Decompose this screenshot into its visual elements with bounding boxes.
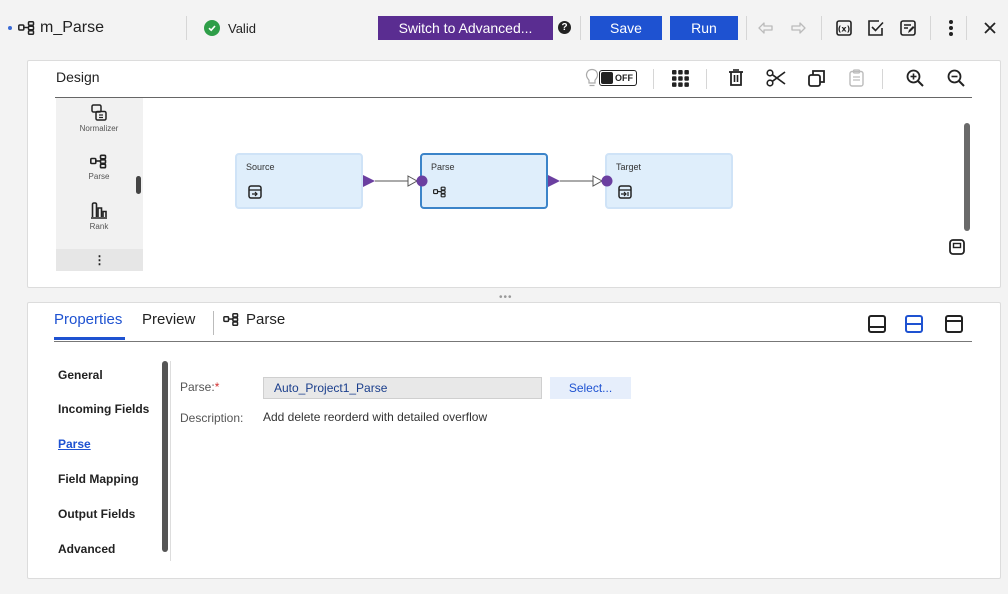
divider — [580, 16, 581, 40]
parse-field-label: Parse:* — [180, 380, 219, 394]
link-arrowhead — [592, 175, 604, 187]
mapping-connections — [363, 175, 613, 187]
header-bar: m_Parse Valid Switch to Advanced... ? Sa… — [0, 0, 1008, 56]
parse-label-text: Parse: — [180, 380, 215, 394]
nav-item-advanced[interactable]: Advanced — [58, 542, 115, 556]
run-button[interactable]: Run — [670, 16, 738, 40]
select-button[interactable]: Select... — [550, 377, 631, 399]
nav-scrollbar[interactable] — [162, 361, 168, 552]
parse-icon — [223, 313, 239, 326]
help-icon[interactable]: ? — [558, 21, 571, 34]
divider — [186, 16, 187, 40]
nav-item-general[interactable]: General — [58, 368, 103, 382]
nav-item-output-fields[interactable]: Output Fields — [58, 507, 135, 521]
validate-icon[interactable] — [866, 18, 886, 38]
divider — [746, 16, 747, 40]
selected-object-label: Parse — [223, 311, 285, 328]
unsaved-dot — [8, 26, 12, 30]
dock-bottom-icon[interactable] — [868, 315, 886, 333]
link-arrowhead — [407, 175, 419, 187]
close-icon[interactable] — [980, 18, 1000, 38]
tab-properties[interactable]: Properties — [54, 311, 122, 328]
parse-name-field[interactable]: Auto_Project1_Parse — [263, 377, 542, 399]
divider — [213, 311, 214, 335]
divider — [821, 16, 822, 40]
output-port[interactable] — [363, 175, 375, 187]
more-options-icon[interactable] — [941, 18, 961, 38]
design-panel: Design OFF Normalizer Parse Rank ⋮ Sourc… — [27, 60, 1001, 288]
mapping-icon — [18, 21, 35, 35]
input-port[interactable] — [416, 175, 428, 187]
svg-text:(x): (x) — [838, 25, 850, 34]
description-label: Description: — [180, 411, 244, 425]
properties-panel: Properties Preview Parse General Incomin… — [27, 302, 1001, 579]
status-label: Valid — [228, 20, 256, 36]
nav-divider — [170, 361, 171, 561]
description-value: Add delete reorderd with detailed overfl… — [263, 410, 488, 424]
tab-preview[interactable]: Preview — [142, 311, 195, 328]
parameters-icon[interactable]: (x) — [834, 18, 854, 38]
properties-divider — [54, 341, 972, 342]
output-port[interactable] — [548, 175, 560, 187]
save-button[interactable]: Save — [590, 16, 662, 40]
edit-properties-icon[interactable] — [898, 18, 918, 38]
canvas-scrollbar[interactable] — [964, 123, 970, 231]
mapping-name: m_Parse — [40, 19, 105, 36]
required-marker: * — [214, 380, 220, 394]
minimap-icon[interactable] — [949, 239, 965, 255]
undo-icon[interactable] — [756, 18, 776, 38]
nav-item-incoming-fields[interactable]: Incoming Fields — [58, 402, 149, 416]
divider — [966, 16, 967, 40]
active-tab-indicator — [54, 337, 125, 340]
input-port[interactable] — [601, 175, 613, 187]
object-name: Parse — [246, 311, 286, 328]
maximize-panel-icon[interactable] — [945, 315, 963, 333]
switch-to-advanced-button[interactable]: Switch to Advanced... — [378, 16, 553, 40]
nav-item-field-mapping[interactable]: Field Mapping — [58, 472, 139, 486]
split-view-icon[interactable] — [905, 315, 923, 333]
divider — [930, 16, 931, 40]
redo-icon[interactable] — [788, 18, 808, 38]
validation-status[interactable]: Valid — [204, 20, 256, 36]
nav-item-parse[interactable]: Parse — [58, 437, 91, 451]
check-circle-icon — [204, 20, 220, 36]
